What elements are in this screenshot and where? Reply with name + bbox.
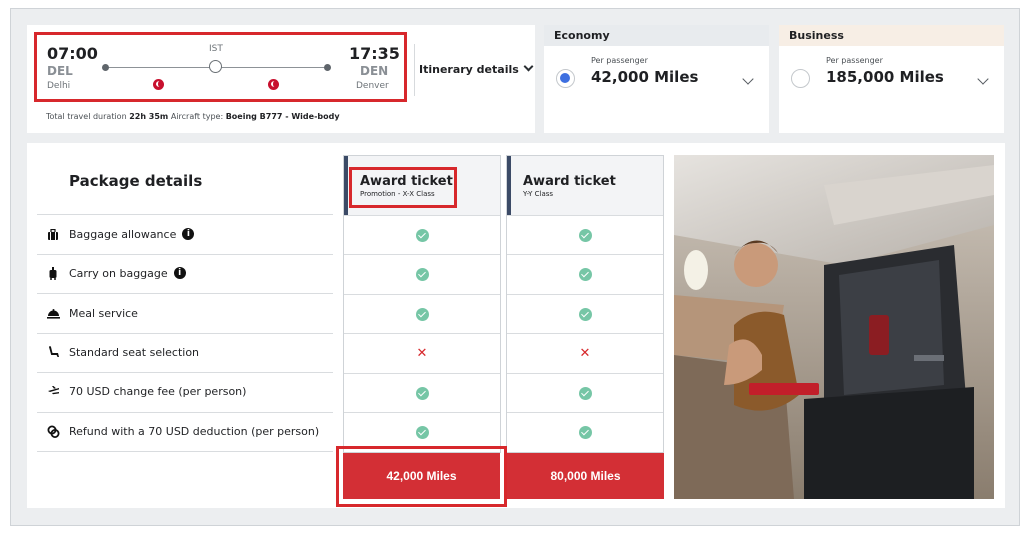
economy-header: Economy xyxy=(544,25,769,46)
info-icon[interactable]: i xyxy=(173,267,186,279)
stopover-circle xyxy=(209,60,222,73)
feature-label: Standard seat selection xyxy=(69,345,200,359)
row-divider xyxy=(37,412,333,413)
suitcase-icon xyxy=(46,228,60,240)
check-icon xyxy=(578,228,592,242)
package-title: Package details xyxy=(69,172,203,190)
aircraft-label: Aircraft type: xyxy=(170,112,224,121)
cabin-photo xyxy=(674,155,994,499)
column-subtitle: Y-Y Class xyxy=(523,190,554,198)
seat-cell: ✕ xyxy=(507,333,663,372)
feature-label: Meal service xyxy=(69,306,138,320)
check-icon xyxy=(578,386,592,400)
chevron-down-icon[interactable] xyxy=(977,73,989,85)
departure-time: 07:00 xyxy=(47,44,98,63)
info-icon[interactable]: i xyxy=(182,228,195,240)
feature-label: 70 USD change fee (per person) xyxy=(69,384,247,398)
refund-icon xyxy=(46,425,60,438)
chevron-down-icon xyxy=(523,61,534,72)
duration-label: Total travel duration xyxy=(46,112,127,121)
select-promotion-price-button[interactable]: 42,000 Miles xyxy=(343,453,500,499)
change-fee-cell xyxy=(344,373,500,412)
feature-row-meal: Meal service xyxy=(46,305,138,321)
economy-miles: 42,000 Miles xyxy=(591,68,699,86)
check-icon xyxy=(415,228,429,242)
column-title: Award ticket xyxy=(360,174,453,189)
divider xyxy=(414,44,415,96)
business-radio[interactable] xyxy=(791,69,810,88)
check-icon xyxy=(578,267,592,281)
feature-row-carry-on: Carry on baggage i xyxy=(46,265,186,281)
duration-value: 22h 35m xyxy=(129,112,169,121)
refund-cell xyxy=(344,412,500,451)
column-subtitle: Promotion - X-X Class xyxy=(360,190,435,198)
airline-logo-icon xyxy=(268,79,279,90)
airline-logo-icon xyxy=(153,79,164,90)
seat-icon xyxy=(46,346,60,358)
economy-radio[interactable] xyxy=(556,69,575,88)
check-icon xyxy=(578,425,592,439)
per-passenger-label: Per passenger xyxy=(591,56,648,65)
cross-icon: ✕ xyxy=(579,345,591,361)
feature-label: Refund with a 70 USD deduction (per pers… xyxy=(69,424,320,438)
check-icon xyxy=(415,267,429,281)
carry-on-cell xyxy=(507,254,663,293)
seat-cell: ✕ xyxy=(344,333,500,372)
column-header: Award ticket Promotion - X-X Class xyxy=(344,156,500,215)
meal-cell xyxy=(344,294,500,333)
carry-on-icon xyxy=(46,266,60,280)
fare-column-promotion: Award ticket Promotion - X-X Class ✕ xyxy=(343,155,501,453)
meal-cell xyxy=(507,294,663,333)
column-header: Award ticket Y-Y Class xyxy=(507,156,663,215)
row-divider xyxy=(37,333,333,334)
column-title: Award ticket xyxy=(523,174,616,189)
business-fare-card[interactable]: Business Per passenger 185,000 Miles xyxy=(779,25,1004,133)
itinerary-details-button[interactable]: Itinerary details xyxy=(419,61,534,76)
baggage-cell xyxy=(507,215,663,254)
feature-row-seat: Standard seat selection xyxy=(46,344,199,360)
row-divider xyxy=(37,254,333,255)
row-divider xyxy=(37,372,333,373)
row-divider xyxy=(37,451,333,452)
stopover-code: IST xyxy=(209,44,223,54)
chevron-down-icon[interactable] xyxy=(742,73,754,85)
refund-cell xyxy=(507,412,663,451)
feature-row-change-fee: 70 USD change fee (per person) xyxy=(46,383,246,399)
business-header: Business xyxy=(779,25,1004,46)
check-icon xyxy=(578,307,592,321)
departure-airport-code: DEL xyxy=(47,64,73,78)
per-passenger-label: Per passenger xyxy=(826,56,883,65)
economy-fare-card[interactable]: Economy Per passenger 42,000 Miles xyxy=(544,25,769,133)
arrival-city: Denver xyxy=(356,81,389,91)
departure-city: Delhi xyxy=(47,81,71,91)
meal-icon xyxy=(46,308,60,319)
check-icon xyxy=(415,307,429,321)
itinerary-details-label: Itinerary details xyxy=(419,63,519,76)
row-divider xyxy=(37,214,333,215)
check-icon xyxy=(415,425,429,439)
business-miles: 185,000 Miles xyxy=(826,68,944,86)
flight-meta: Total travel duration 22h 35m Aircraft t… xyxy=(46,112,340,121)
change-fee-icon xyxy=(46,386,60,396)
aircraft-value: Boeing B777 - Wide-body xyxy=(225,112,340,121)
destination-dot xyxy=(324,64,331,71)
check-icon xyxy=(415,386,429,400)
feature-row-refund: Refund with a 70 USD deduction (per pers… xyxy=(46,423,319,439)
change-fee-cell xyxy=(507,373,663,412)
baggage-cell xyxy=(344,215,500,254)
feature-row-baggage: Baggage allowance i xyxy=(46,226,195,242)
arrival-airport-code: DEN xyxy=(360,64,389,78)
select-standard-price-button[interactable]: 80,000 Miles xyxy=(507,453,664,499)
feature-label: Baggage allowance xyxy=(69,227,177,241)
cross-icon: ✕ xyxy=(416,345,428,361)
origin-dot xyxy=(102,64,109,71)
fare-column-standard: Award ticket Y-Y Class ✕ xyxy=(506,155,664,453)
carry-on-cell xyxy=(344,254,500,293)
feature-label: Carry on baggage xyxy=(69,266,168,280)
row-divider xyxy=(37,293,333,294)
arrival-time: 17:35 xyxy=(349,44,400,63)
